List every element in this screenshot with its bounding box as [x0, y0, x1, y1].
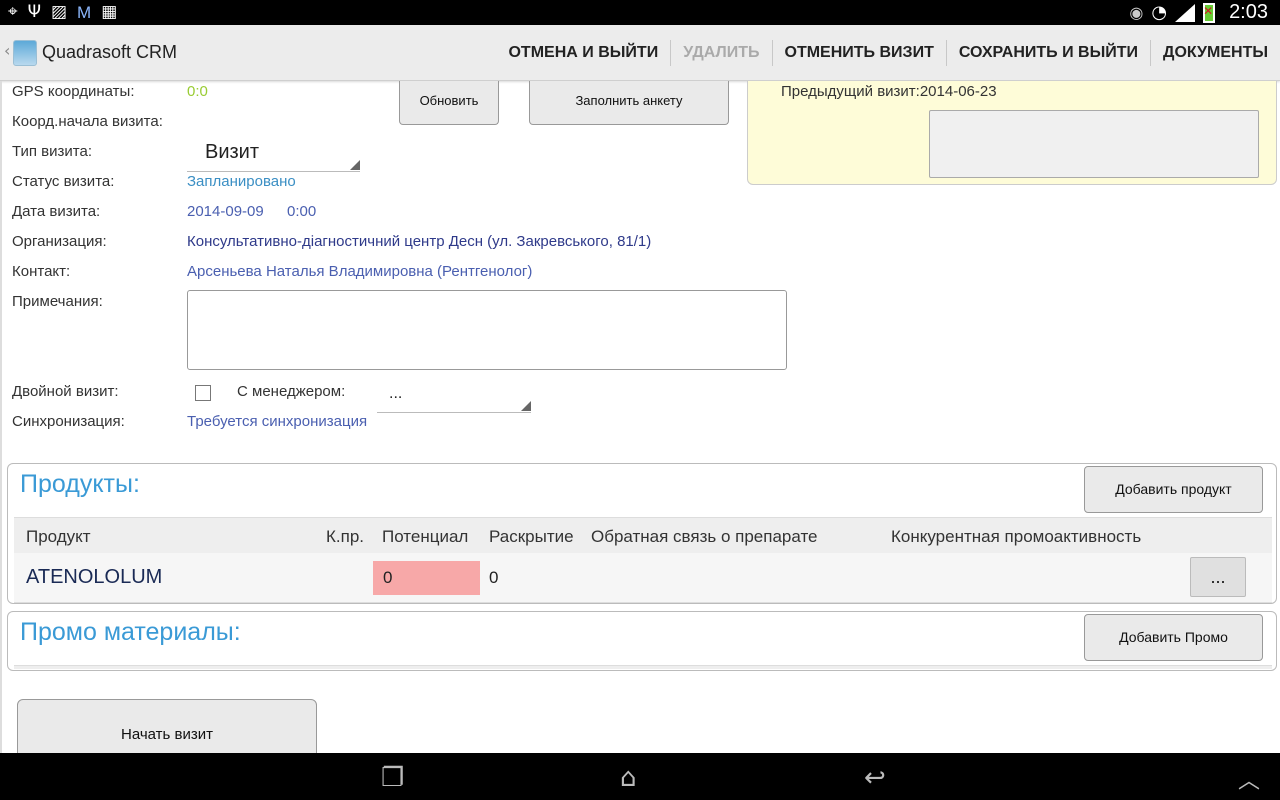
wifi-icon: ◔ [1151, 2, 1168, 23]
action-bar: ‹ Quadrasoft CRM ОТМЕНА И ВЫЙТИ УДАЛИТЬ … [0, 25, 1280, 81]
potential-field[interactable]: 0 [373, 561, 480, 595]
app-title[interactable]: Quadrasoft CRM [42, 42, 177, 63]
organization-label: Организация: [12, 233, 107, 250]
gmail-icon: M [77, 3, 92, 22]
recent-apps-icon[interactable]: ❐ [381, 763, 404, 793]
visit-date-value[interactable]: 2014-09-09 [187, 203, 264, 220]
delete-button[interactable]: УДАЛИТЬ [671, 25, 771, 81]
column-header: К.пр. [326, 527, 365, 546]
column-header: Потенциал [382, 527, 469, 546]
contact-label: Контакт: [12, 263, 71, 280]
gps-label: GPS координаты: [12, 83, 135, 100]
manager-label: С менеджером: [237, 383, 346, 400]
action-buttons: ОТМЕНА И ВЫЙТИ УДАЛИТЬ ОТМЕНИТЬ ВИЗИТ СО… [496, 25, 1280, 81]
dropdown-arrow-icon [521, 401, 531, 411]
products-table-header: Продукт К.пр. Потенциал Раскрытие Обратн… [14, 517, 1272, 553]
fill-survey-button[interactable]: Заполнить анкету [529, 81, 729, 125]
notes-label: Примечания: [12, 293, 103, 310]
sync-label: Синхронизация: [12, 413, 125, 430]
visit-time-value[interactable]: 0:00 [287, 203, 316, 220]
battery-icon [1203, 2, 1216, 23]
more-button[interactable]: ... [1190, 557, 1246, 597]
documents-button[interactable]: ДОКУМЕНТЫ [1151, 25, 1280, 81]
up-navigation-icon[interactable]: ‹ [4, 41, 10, 60]
add-product-button[interactable]: Добавить продукт [1084, 466, 1263, 513]
image-icon: ▨ [50, 2, 68, 22]
refresh-button[interactable]: Обновить [399, 81, 499, 125]
products-section: Продукты: Добавить продукт Продукт К.пр.… [7, 463, 1277, 604]
previous-visit-panel: Предыдущий визит:2014-06-23 [747, 81, 1277, 185]
visit-status-value: Запланировано [187, 173, 296, 190]
double-visit-label: Двойной визит: [12, 383, 119, 400]
double-visit-checkbox[interactable] [195, 385, 211, 401]
visit-type-label: Тип визита: [12, 143, 92, 160]
promo-title: Промо материалы: [20, 618, 241, 646]
manager-value: ... [389, 385, 403, 402]
gps-value: 0:0 [187, 83, 208, 100]
visit-status-label: Статус визита: [12, 173, 115, 190]
signal-icon [1175, 3, 1196, 22]
home-icon[interactable]: ⌂ [620, 763, 637, 793]
contact-value[interactable]: Арсеньева Наталья Владимировна (Рентгено… [187, 263, 532, 280]
chevron-up-icon[interactable]: ︿ [1238, 763, 1260, 795]
product-name: ATENOLOLUM [26, 566, 163, 588]
column-header: Продукт [26, 527, 91, 546]
notification-icons: ⌖ Ψ ▨ M ▦ [8, 2, 117, 23]
eye-icon: ◉ [1129, 3, 1144, 22]
table-row[interactable]: ATENOLOLUM 0 0 ... [14, 553, 1272, 603]
promo-section: Промо материалы: Добавить Промо [7, 611, 1277, 671]
gps-icon: ⌖ [8, 2, 18, 22]
cancel-visit-button[interactable]: ОТМЕНИТЬ ВИЗИТ [773, 25, 946, 81]
app-logo[interactable] [13, 40, 37, 66]
usb-icon: Ψ [27, 2, 41, 22]
navigation-bar: ❐ ⌂ ↩ ︿ [0, 753, 1280, 800]
clock: 2:03 [1229, 1, 1268, 23]
dropdown-arrow-icon [350, 160, 360, 170]
manager-select[interactable]: ... [377, 379, 531, 413]
visit-type-value: Визит [205, 141, 260, 163]
sync-value: Требуется синхронизация [187, 413, 368, 430]
potential-value: 0 [383, 568, 393, 587]
previous-visit-label: Предыдущий визит:2014-06-23 [781, 83, 997, 100]
visit-type-select[interactable]: Визит [187, 137, 360, 172]
visit-form: GPS координаты: 0:0 Коорд.начала визита:… [0, 81, 1280, 753]
back-icon[interactable]: ↩ [864, 763, 886, 793]
disclosure-value[interactable]: 0 [489, 568, 498, 588]
visit-date-label: Дата визита: [12, 203, 101, 220]
organization-value[interactable]: Консультативно-діагностичний центр Десн … [187, 233, 651, 250]
calculator-icon: ▦ [101, 2, 118, 22]
cancel-exit-button[interactable]: ОТМЕНА И ВЫЙТИ [496, 25, 670, 81]
products-title: Продукты: [20, 470, 140, 498]
column-header: Конкурентная промоактивность [891, 527, 1142, 546]
column-header: Обратная связь о препарате [591, 527, 818, 546]
save-exit-button[interactable]: СОХРАНИТЬ И ВЫЙТИ [947, 25, 1150, 81]
start-visit-button[interactable]: Начать визит [17, 699, 317, 753]
coords-label: Коорд.начала визита: [12, 113, 163, 130]
add-promo-button[interactable]: Добавить Промо [1084, 614, 1263, 661]
system-icons: ◉ ◔ 2:03 [1129, 0, 1268, 25]
promo-table [14, 665, 1272, 669]
status-bar: ⌖ Ψ ▨ M ▦ ◉ ◔ 2:03 [0, 0, 1280, 25]
column-header: Раскрытие [489, 527, 574, 546]
previous-visit-notes-field[interactable] [929, 110, 1259, 178]
notes-field[interactable] [187, 290, 787, 370]
